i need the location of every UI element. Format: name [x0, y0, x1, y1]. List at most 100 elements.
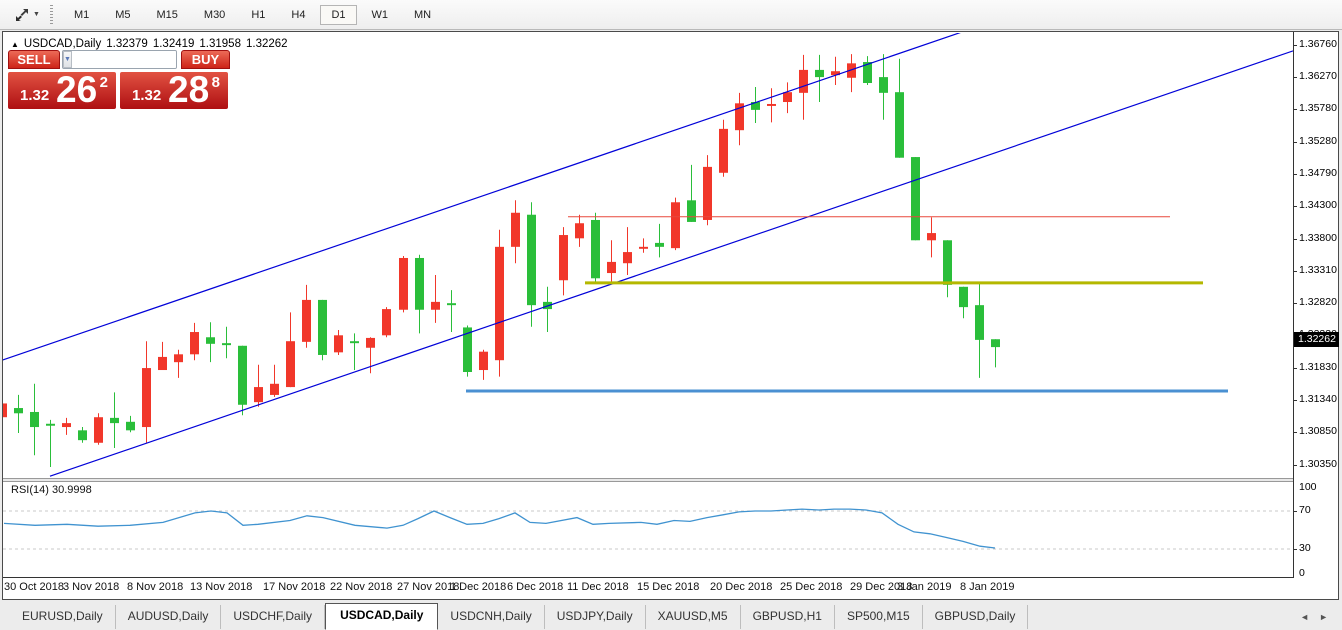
candle-body: [62, 423, 71, 427]
candle-body: [399, 258, 408, 310]
ohlc-close: 1.32262: [246, 38, 288, 50]
tab-sp500-m15[interactable]: SP500,M15: [835, 605, 923, 629]
tab-scroll-left-icon[interactable]: ◄: [1300, 612, 1309, 622]
candle-body: [447, 303, 456, 305]
candle-body: [591, 220, 600, 278]
buy-button[interactable]: BUY: [181, 50, 230, 69]
date-axis-label: 30 Oct 2018: [4, 581, 64, 593]
sell-price-prefix: 1.32: [20, 87, 49, 104]
buy-price-display[interactable]: 1.32 28 8: [120, 72, 228, 109]
timeframe-button-w1[interactable]: W1: [361, 5, 400, 25]
collapse-panel-icon[interactable]: ▲: [11, 40, 19, 49]
candle-body: [415, 258, 424, 310]
timeframe-button-h1[interactable]: H1: [240, 5, 276, 25]
date-axis-label: 1 Dec 2018: [450, 581, 506, 593]
candle-body: [366, 338, 375, 348]
timeframe-button-m1[interactable]: M1: [63, 5, 100, 25]
timeframe-button-m15[interactable]: M15: [146, 5, 189, 25]
candle-body: [975, 305, 984, 340]
price-axis-tick: [1294, 239, 1297, 240]
timeframe-button-mn[interactable]: MN: [403, 5, 442, 25]
date-axis-label: 6 Dec 2018: [507, 581, 563, 593]
price-axis-label: 1.34790: [1299, 167, 1337, 179]
candle-body: [350, 341, 359, 343]
date-axis-label: 13 Nov 2018: [190, 581, 252, 593]
lot-size-control: ▼ ▲: [62, 50, 177, 69]
candle-body: [318, 300, 327, 355]
price-axis[interactable]: 1.32262 1.367601.362701.357801.352801.34…: [1293, 32, 1338, 578]
buy-price-big: 28: [168, 72, 209, 108]
candle-body: [431, 302, 440, 310]
rsi-axis-label: 30: [1299, 542, 1311, 554]
candle-body: [607, 262, 616, 273]
trend-channel-line[interactable]: [50, 51, 1293, 476]
symbols-tool-button[interactable]: ▼: [8, 5, 46, 25]
candle-body: [527, 215, 536, 305]
sell-price-display[interactable]: 1.32 26 2: [8, 72, 116, 109]
dropdown-caret-icon[interactable]: ▼: [33, 11, 40, 18]
tab-usdcad-daily[interactable]: USDCAD,Daily: [325, 603, 438, 630]
date-axis-label: 11 Dec 2018: [567, 581, 629, 593]
chart-symbol-label: USDCAD,Daily: [24, 38, 101, 50]
tab-usdchf-daily[interactable]: USDCHF,Daily: [221, 605, 325, 629]
tab-usdcnh-daily[interactable]: USDCNH,Daily: [438, 605, 544, 629]
sell-button[interactable]: SELL: [8, 50, 60, 69]
candle-body: [671, 202, 680, 248]
toolbar: ▼ M1M5M15M30H1H4D1W1MN: [0, 0, 1342, 30]
date-axis-label: 22 Nov 2018: [330, 581, 392, 593]
price-axis-label: 1.30350: [1299, 458, 1337, 470]
rsi-line: [4, 509, 995, 548]
lot-decrease-button[interactable]: ▼: [63, 51, 72, 68]
price-axis-tick: [1294, 368, 1297, 369]
timeframe-button-m30[interactable]: M30: [193, 5, 236, 25]
price-axis-tick: [1294, 77, 1297, 78]
candle-body: [238, 346, 247, 405]
price-axis-tick: [1294, 271, 1297, 272]
tab-gbpusd-h1[interactable]: GBPUSD,H1: [741, 605, 835, 629]
candle-body: [110, 418, 119, 423]
toolbar-grip[interactable]: [50, 5, 53, 25]
chart-window[interactable]: ▲ USDCAD,Daily 1.32379 1.32419 1.31958 1…: [2, 31, 1339, 600]
price-axis-label: 1.32820: [1299, 296, 1337, 308]
current-price-badge: 1.32262: [1294, 332, 1339, 347]
candle-body: [895, 92, 904, 158]
one-click-trading-panel: SELL ▼ ▲ BUY 1.32 26 2 1.32 28 8: [8, 50, 230, 109]
tab-xauusd-m5[interactable]: XAUUSD,M5: [646, 605, 741, 629]
candle-body: [382, 309, 391, 335]
price-axis-label: 1.34300: [1299, 199, 1337, 211]
date-axis-label: 8 Jan 2019: [960, 581, 1014, 593]
candle-body: [334, 335, 343, 352]
sell-price-pip: 2: [100, 74, 108, 91]
candle-body: [222, 343, 231, 345]
candle-body: [270, 384, 279, 395]
tab-scroll-right-icon[interactable]: ►: [1319, 612, 1328, 622]
candle-body: [94, 417, 103, 443]
price-axis-tick: [1294, 400, 1297, 401]
date-axis-label: 15 Dec 2018: [637, 581, 699, 593]
candle-body: [14, 408, 23, 413]
timeframe-button-d1[interactable]: D1: [320, 5, 356, 25]
tab-usdjpy-daily[interactable]: USDJPY,Daily: [545, 605, 646, 629]
tab-audusd-daily[interactable]: AUDUSD,Daily: [116, 605, 222, 629]
date-axis-label: 25 Dec 2018: [780, 581, 842, 593]
price-axis-label: 1.36270: [1299, 70, 1337, 82]
rsi-label: RSI(14) 30.9998: [11, 484, 92, 496]
tab-gbpusd-daily[interactable]: GBPUSD,Daily: [923, 605, 1029, 629]
price-axis-label: 1.31830: [1299, 361, 1337, 373]
candle-body: [639, 247, 648, 249]
timeframe-button-m5[interactable]: M5: [104, 5, 141, 25]
rsi-indicator-canvas[interactable]: [3, 482, 1293, 577]
date-axis-label: 17 Nov 2018: [263, 581, 325, 593]
price-axis-tick: [1294, 109, 1297, 110]
date-axis[interactable]: 30 Oct 20183 Nov 20188 Nov 201813 Nov 20…: [3, 578, 1293, 599]
lot-size-input[interactable]: [72, 51, 177, 68]
price-axis-tick: [1294, 465, 1297, 466]
candle-body: [495, 247, 504, 360]
price-axis-tick: [1294, 303, 1297, 304]
tab-eurusd-daily[interactable]: EURUSD,Daily: [10, 605, 116, 629]
timeframe-buttons: M1M5M15M30H1H4D1W1MN: [61, 5, 444, 25]
timeframe-button-h4[interactable]: H4: [280, 5, 316, 25]
price-axis-tick: [1294, 142, 1297, 143]
price-axis-label: 1.33800: [1299, 232, 1337, 244]
date-axis-label: 3 Jan 2019: [897, 581, 951, 593]
